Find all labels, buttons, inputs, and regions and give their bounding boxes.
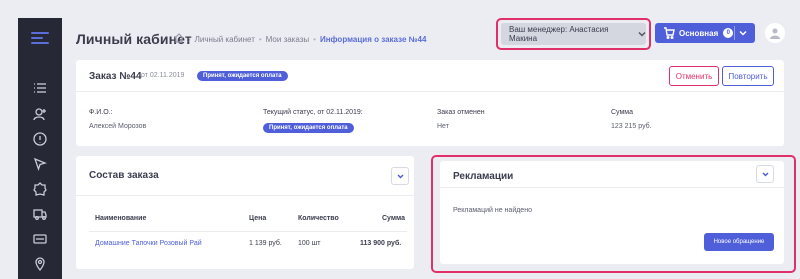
chevron-down-icon	[638, 30, 646, 38]
reclamations-title: Рекламации	[453, 171, 514, 182]
status-badge: Принят, ожидается оплата	[197, 71, 288, 81]
collapse-button[interactable]	[756, 165, 774, 183]
repeat-order-button[interactable]: Повторить	[722, 66, 774, 86]
chevron-down-icon[interactable]	[739, 29, 747, 37]
new-request-button[interactable]: Новое обращение	[704, 233, 774, 251]
order-date: от 02.11.2019	[141, 72, 185, 79]
cancelled-value: Нет	[437, 123, 449, 130]
status-label: Текущий статус, от 02.11.2019:	[263, 109, 363, 116]
list-icon[interactable]	[32, 80, 48, 96]
info-status: Текущий статус, от 02.11.2019: Принят, о…	[263, 109, 363, 134]
header: Личный кабинет › Личный кабинет • Мои за…	[62, 18, 800, 58]
breadcrumb-item-current: Информация о заказе №44	[319, 34, 427, 44]
table-divider	[89, 231, 407, 232]
visa-card-icon[interactable]	[32, 231, 48, 247]
composition-card: Состав заказа Наименование Цена Количест…	[76, 156, 414, 269]
manager-dropdown[interactable]: Ваш менеджер: Анастасия Макина	[501, 23, 646, 45]
column-header-price: Цена	[249, 215, 267, 222]
chevron-down-icon	[761, 171, 769, 177]
row-qty: 100 шт	[298, 240, 321, 247]
fio-value: Алексей Морозов	[89, 123, 147, 130]
order-header: Заказ №44 от 02.11.2019 Принят, ожидаетс…	[76, 60, 784, 92]
row-price: 1 139 руб.	[249, 240, 282, 247]
column-header-sum: Сумма	[382, 215, 406, 222]
info-cancelled: Заказ отменен Нет	[437, 109, 485, 130]
order-card: Заказ №44 от 02.11.2019 Принят, ожидаетс…	[76, 60, 784, 146]
info-circle-icon[interactable]	[32, 131, 48, 147]
breadcrumb-item-cabinet[interactable]: Личный кабинет	[195, 35, 255, 44]
info-sum: Сумма 123 215 руб.	[611, 109, 652, 130]
breadcrumb-item-orders[interactable]: Мои заказы	[266, 35, 309, 44]
manager-highlight: Ваш менеджер: Анастасия Макина	[496, 18, 651, 50]
reclamations-header: Рекламации	[440, 161, 784, 188]
avatar[interactable]	[765, 23, 785, 43]
status-badge: Принят, ожидается оплата	[263, 123, 354, 133]
column-header-qty: Количество	[298, 215, 339, 222]
sidebar	[18, 18, 62, 279]
row-sum: 113 900 руб.	[360, 240, 402, 247]
manager-label: Ваш менеджер: Анастасия Макина	[509, 25, 609, 43]
user-add-icon[interactable]	[32, 106, 48, 122]
column-header-name: Наименование	[95, 215, 147, 222]
menu-icon[interactable]	[31, 32, 49, 44]
location-pin-icon[interactable]	[32, 256, 48, 272]
composition-title: Состав заказа	[89, 170, 159, 181]
cart-button[interactable]: Основная 0	[655, 23, 755, 43]
breadcrumb: › Личный кабинет • Мои заказы • Информац…	[174, 33, 426, 45]
sum-value: 123 215 руб.	[611, 123, 652, 130]
chevron-down-icon	[396, 173, 404, 179]
cursor-icon[interactable]	[32, 156, 48, 172]
fio-label: Ф.И.О.:	[89, 109, 113, 116]
cart-icon	[663, 27, 675, 39]
product-link[interactable]: Домашние Тапочки Розовый Рай	[95, 240, 202, 247]
badge-icon[interactable]	[32, 181, 48, 197]
order-title: Заказ №44	[89, 71, 142, 82]
reclamations-card: Рекламации Рекламаций не найдено Новое о…	[440, 161, 784, 264]
breadcrumb-separator: ›	[188, 34, 191, 44]
cancel-order-button[interactable]: Отменить	[669, 66, 719, 86]
composition-header: Состав заказа	[76, 156, 414, 196]
collapse-button[interactable]	[391, 167, 409, 185]
cancelled-label: Заказ отменен	[437, 109, 485, 116]
sum-label: Сумма	[611, 109, 633, 116]
empty-state-text: Рекламаций не найдено	[453, 207, 532, 214]
breadcrumb-separator: •	[313, 34, 316, 44]
info-fio: Ф.И.О.: Алексей Морозов	[89, 109, 146, 130]
cart-button-label: Основная	[679, 28, 719, 38]
home-icon[interactable]	[174, 33, 184, 45]
cart-count-badge: 0	[723, 28, 734, 38]
truck-icon[interactable]	[32, 206, 48, 222]
avatar-icon	[770, 28, 780, 39]
breadcrumb-separator: •	[258, 34, 262, 44]
button-divider	[734, 26, 735, 40]
